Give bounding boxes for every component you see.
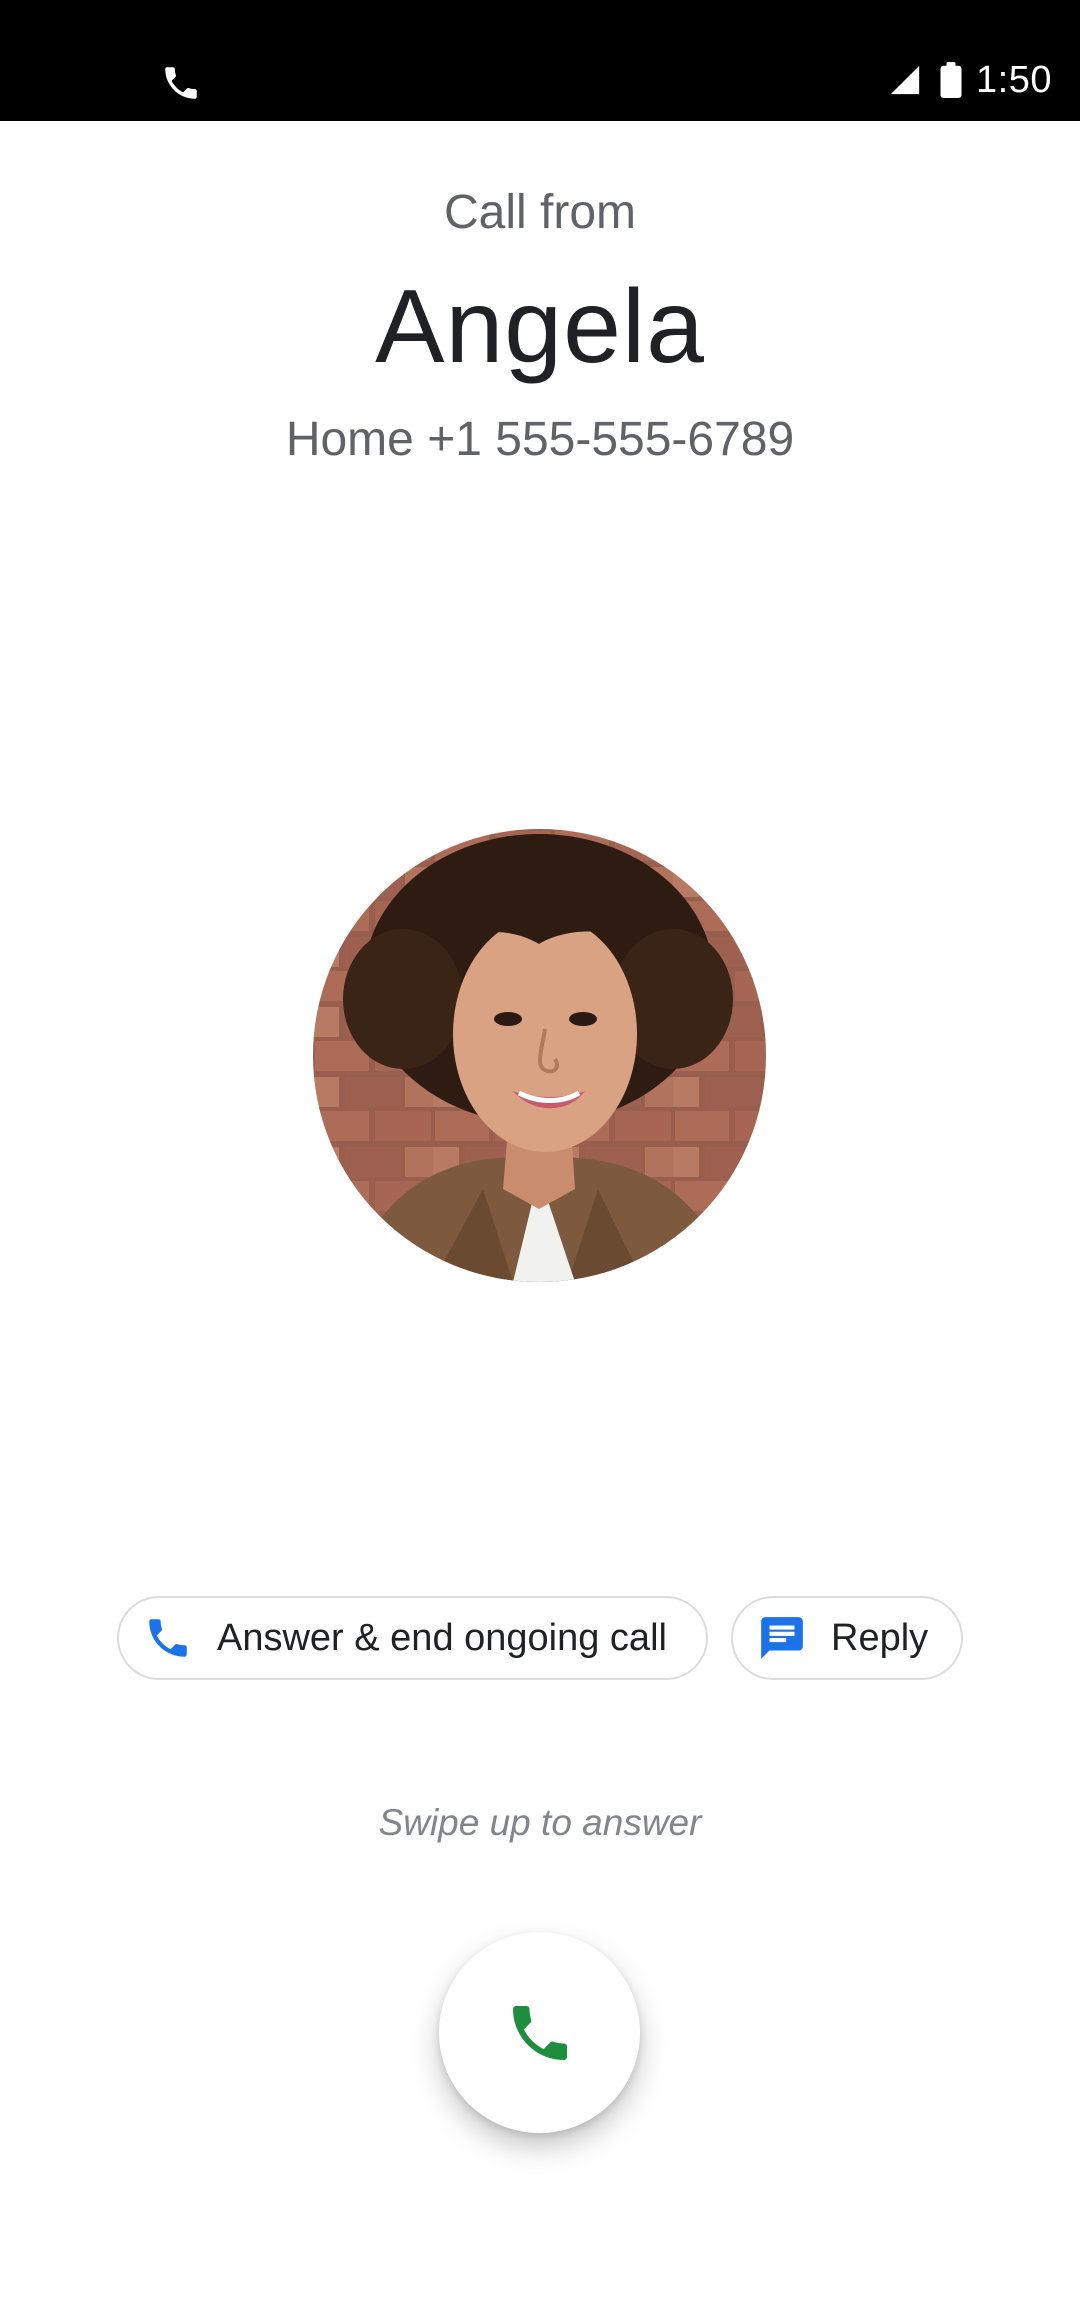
status-icons: 1:50 [888, 56, 1052, 104]
answer-call-button[interactable] [439, 1932, 640, 2133]
cellular-signal-icon [890, 65, 920, 95]
message-icon [761, 1617, 803, 1659]
avatar-photo [313, 829, 766, 1282]
swipe-up-hint: Swipe up to answer [378, 1802, 702, 1843]
phone-icon [149, 1619, 187, 1657]
answer-end-ongoing-call-button[interactable]: Answer & end ongoing call [117, 1596, 708, 1680]
reply-label: Reply [831, 1616, 929, 1659]
call-from-label: Call from [443, 186, 637, 239]
phone-call-icon [165, 67, 197, 99]
reply-button[interactable]: Reply [731, 1596, 963, 1680]
status-bar: 1:50 [0, 0, 1080, 121]
caller-avatar [313, 829, 766, 1282]
phone-answer-icon [512, 2005, 567, 2060]
status-time: 1:50 [976, 58, 1052, 101]
incoming-call-screen: 1:50 Call from Angela Home +1 555-555-67… [0, 0, 1080, 2300]
caller-number: Home +1 555-555-6789 [285, 413, 795, 466]
answer-end-ongoing-call-label: Answer & end ongoing call [217, 1616, 667, 1659]
caller-name: Angela [375, 269, 705, 385]
battery-icon [940, 62, 962, 98]
